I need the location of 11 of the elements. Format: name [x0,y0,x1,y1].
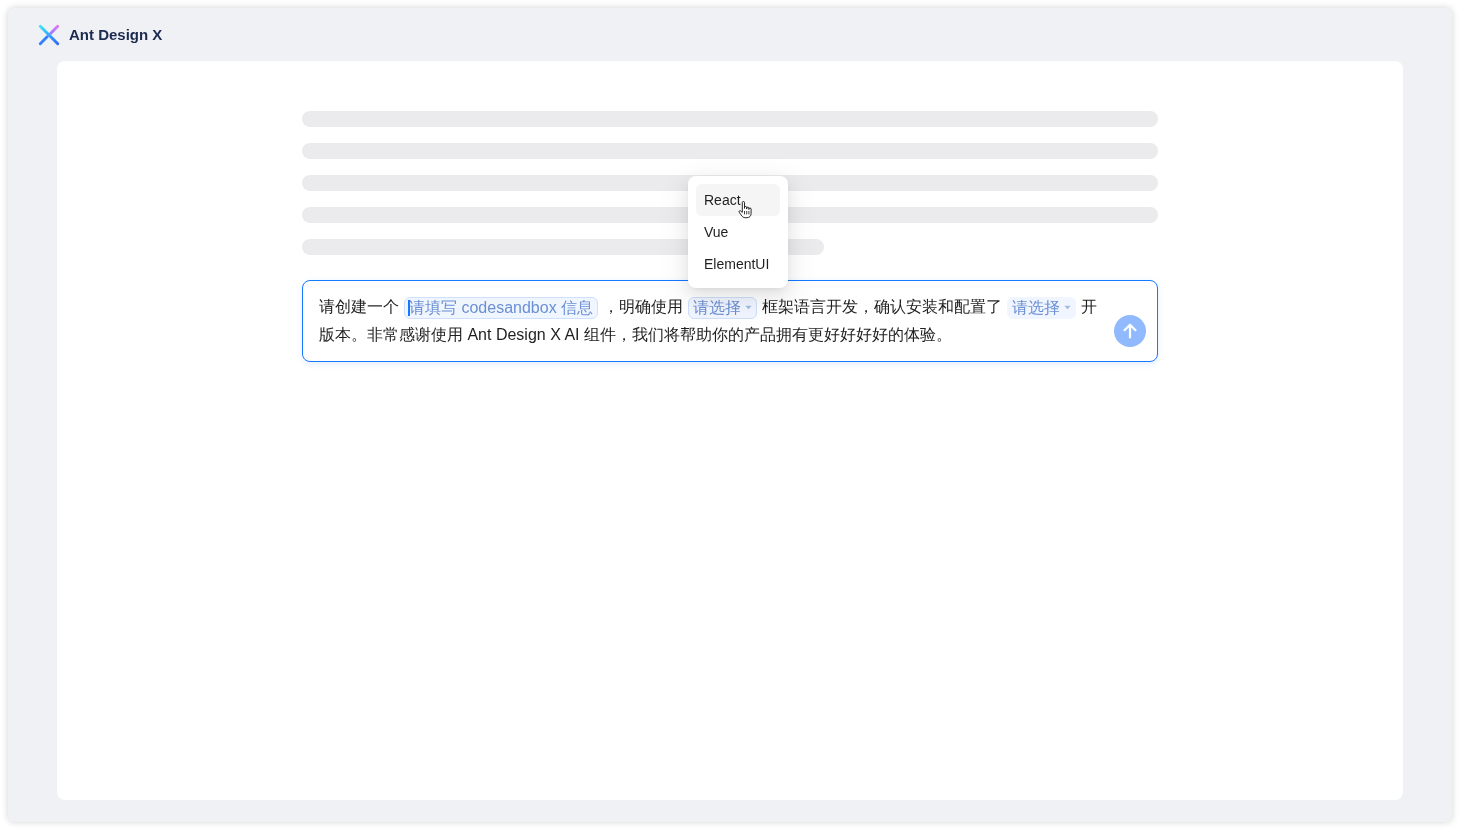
message-input[interactable]: 请创建一个 请填写 codesandbox 信息 ，明确使用 请选择 框架语言开发，确认安装和配置了 请选择 开版本。非常感谢使用 Ant Design X AI 组件，我们将帮助你的产品拥有更好好好好的体验。 [302,280,1158,362]
app-title: Ant Design X [69,26,163,43]
text-slot-field[interactable]: 请填写 codesandbox 信息 [404,296,598,319]
arrow-up-icon [1121,322,1139,340]
logo-icon [38,23,60,46]
dropdown-option[interactable]: React [696,183,780,216]
dropdown-option[interactable]: ElementUI [696,247,780,280]
caret-down-icon [1064,305,1071,311]
caret-down-icon [745,305,752,311]
message-text[interactable]: 请创建一个 请填写 codesandbox 信息 ，明确使用 请选择 框架语言开发，确认安装和配置了 请选择 开版本。非常感谢使用 Ant Design X AI 组件，我们将帮助你的产品拥有更好好好好的体验。 [319,293,1108,349]
dropdown-option[interactable]: Vue [696,215,780,248]
